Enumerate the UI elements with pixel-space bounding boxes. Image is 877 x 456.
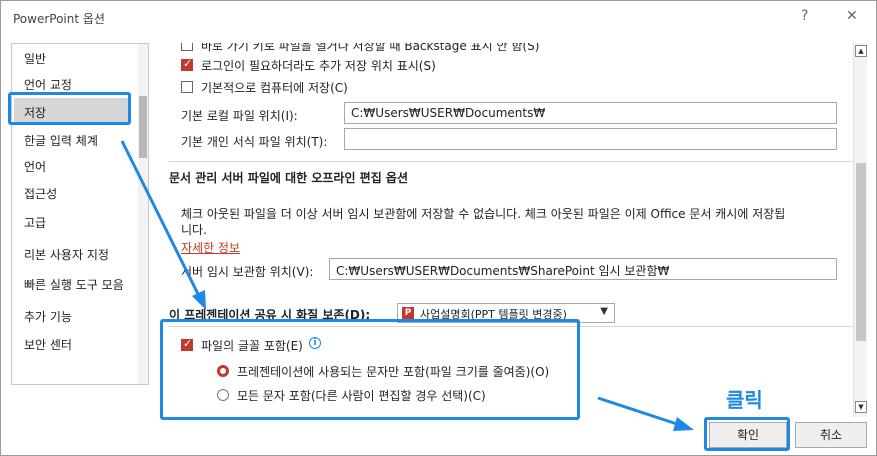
sidebar-item-trust-center[interactable]: 보안 센터 <box>24 336 72 353</box>
save-to-computer-checkbox[interactable] <box>181 81 193 93</box>
embed-fonts-checkbox[interactable] <box>181 337 193 351</box>
more-info-link[interactable]: 자세한 정보 <box>181 239 240 256</box>
save-to-computer-label: 기본적으로 컴퓨터에 저장(C) <box>201 81 348 95</box>
presentation-dropdown-value: 사업설명회(PPT 템플릿 변경중) <box>420 308 567 321</box>
embed-fonts-label: 파일의 글꼴 포함(E) <box>201 339 303 353</box>
info-icon[interactable]: i <box>309 337 321 349</box>
signin-locations-label: 로그인이 필요하더라도 추가 저장 위치 표시(S) <box>201 59 436 73</box>
embed-subset-label: 프레젠테이션에 사용되는 문자만 포함(파일 크기를 줄여줌)(O) <box>237 365 550 379</box>
section-divider <box>169 161 859 162</box>
sidebar-item-accessibility[interactable]: 접근성 <box>24 185 57 202</box>
personal-templates-label: 기본 개인 서식 파일 위치(T): <box>181 135 328 149</box>
dialog-title: PowerPoint 옵션 <box>13 12 105 26</box>
ok-button[interactable]: 확인 <box>709 422 787 448</box>
sidebar-scroll-thumb[interactable] <box>139 96 147 158</box>
content-scroll-thumb[interactable] <box>856 163 866 341</box>
offline-editing-title: 문서 관리 서버 파일에 대한 오프라인 편집 옵션 <box>169 171 409 185</box>
chevron-down-icon: ▼ <box>600 306 608 317</box>
sidebar-item-customize-ribbon[interactable]: 리본 사용자 지정 <box>24 246 109 263</box>
cancel-button[interactable]: 취소 <box>795 422 867 448</box>
backstage-option-label: 바로 가기 키로 파일을 열거나 저장할 때 Backstage 표시 안 함(… <box>201 43 540 53</box>
sidebar-item-proofing[interactable]: 언어 교정 <box>24 76 72 93</box>
sidebar-item-advanced[interactable]: 고급 <box>24 214 46 231</box>
local-file-location-label: 기본 로컬 파일 위치(I): <box>181 109 298 123</box>
personal-templates-input[interactable] <box>344 128 837 150</box>
close-button[interactable]: ✕ <box>846 8 858 24</box>
fidelity-divider <box>169 326 859 327</box>
sidebar-item-save[interactable]: 저장 <box>24 104 46 121</box>
sidebar-item-quick-access-toolbar[interactable]: 빠른 실행 도구 모음 <box>24 276 124 293</box>
title-bar: PowerPoint 옵션 ? ✕ <box>1 1 876 35</box>
sidebar-item-language[interactable]: 언어 <box>24 158 46 175</box>
signin-locations-checkbox[interactable] <box>181 57 193 71</box>
presentation-dropdown[interactable]: P 사업설명회(PPT 템플릿 변경중) ▼ <box>397 303 615 323</box>
server-drafts-label: 서버 임시 보관함 위치(V): <box>181 265 314 279</box>
backstage-checkbox[interactable] <box>181 43 193 51</box>
scroll-up-icon[interactable]: ▲ <box>855 45 867 57</box>
local-file-location-input[interactable]: C:₩Users₩USER₩Documents₩ <box>344 102 837 124</box>
content-scrollbar[interactable]: ▲ ▼ <box>853 43 867 417</box>
offline-description-line1: 체크 아웃된 파일을 더 이상 서버 임시 보관함에 저장할 수 없습니다. 체… <box>181 207 786 221</box>
powerpoint-file-icon: P <box>402 307 414 319</box>
sidebar-nav: 일반 언어 교정 저장 한글 입력 체계 언어 접근성 고급 리본 사용자 지정… <box>11 43 149 385</box>
server-drafts-input[interactable]: C:₩Users₩USER₩Documents₩SharePoint 임시 보관… <box>329 258 837 280</box>
sidebar-item-add-ins[interactable]: 추가 기능 <box>24 308 72 325</box>
help-button[interactable]: ? <box>801 8 808 24</box>
click-annotation: 클릭 <box>726 388 763 412</box>
sidebar-scrollbar[interactable] <box>138 44 148 384</box>
embed-subset-radio[interactable] <box>217 365 229 377</box>
sidebar-item-hangul-input[interactable]: 한글 입력 체계 <box>24 132 98 149</box>
embed-all-radio[interactable] <box>217 389 229 401</box>
embed-all-label: 모든 문자 포함(다른 사람이 편집할 경우 선택)(C) <box>237 389 486 403</box>
save-options-panel: 바로 가기 키로 파일을 열거나 저장할 때 Backstage 표시 안 함(… <box>161 43 867 417</box>
scroll-down-icon[interactable]: ▼ <box>855 401 867 413</box>
offline-description-line2: 니다. <box>181 223 207 237</box>
fidelity-title: 이 프레젠테이션 공유 시 화질 보존(D): <box>169 308 371 322</box>
sidebar-item-general[interactable]: 일반 <box>24 50 46 67</box>
